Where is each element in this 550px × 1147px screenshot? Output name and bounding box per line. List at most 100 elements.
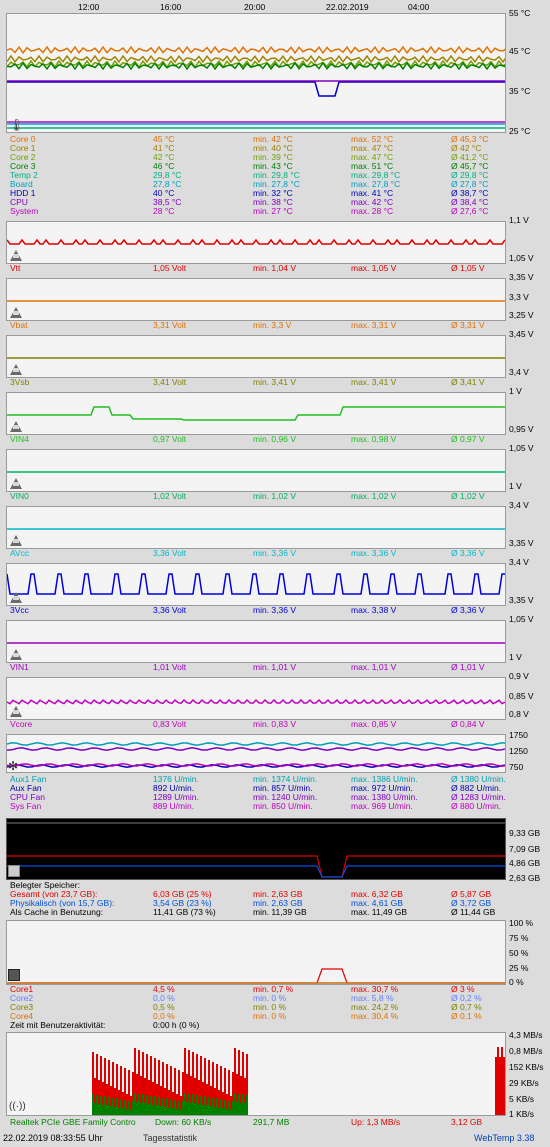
- voltage-row: Vbat 3,31 Volt min. 3,3 V max. 3,31 V Ø 3,31…: [10, 321, 540, 330]
- network-down-bar: [118, 1108, 120, 1115]
- network-down-bar: [200, 1096, 202, 1115]
- network-down-bar: [164, 1107, 166, 1115]
- network-down-bar: [146, 1095, 148, 1115]
- network-down-bar: [202, 1105, 204, 1115]
- network-down-bar: [168, 1108, 170, 1115]
- network-down-bar: [208, 1097, 210, 1115]
- voltage-avg: Ø 3,31 V: [451, 320, 485, 330]
- sensor-cur: 889 U/min.: [153, 801, 195, 811]
- voltage-cur: 0,83 Volt: [153, 719, 187, 729]
- network-down-bar: [218, 1108, 220, 1115]
- network-down-bar: [178, 1101, 180, 1115]
- voltage-y-label: 3,3 V: [509, 292, 529, 302]
- network-up-bar: [503, 1057, 505, 1115]
- down-rate: Down: 60 KB/s: [155, 1117, 212, 1127]
- network-down-bar: [150, 1096, 152, 1115]
- voltage-max: max. 3,41 V: [351, 377, 397, 387]
- network-down-bar: [240, 1103, 242, 1115]
- daily-stats-link[interactable]: Tagesstatistik: [143, 1131, 197, 1145]
- thermometer-icon: 🌡: [9, 118, 25, 132]
- network-down-bar: [236, 1102, 238, 1115]
- voltage-avg: Ø 0,84 V: [451, 719, 485, 729]
- voltage-row: Vcore 0,83 Volt min. 0,83 V max. 0,85 V Ø 0,…: [10, 720, 540, 729]
- voltage-max: max. 0,98 V: [351, 434, 397, 444]
- network-down-bar: [154, 1096, 156, 1115]
- voltage-cur: 3,36 Volt: [153, 605, 187, 615]
- network-down-bar: [144, 1103, 146, 1115]
- warning-icon: [9, 705, 23, 719]
- warning-icon: [9, 534, 23, 548]
- network-down-bar: [138, 1094, 140, 1115]
- voltage-y-label: 1,1 V: [509, 215, 529, 225]
- fan-y-label: 1750: [509, 730, 528, 740]
- network-down-bar: [110, 1106, 112, 1115]
- voltage-cur: 1,05 Volt: [153, 263, 187, 273]
- voltage-series-line: [7, 698, 505, 705]
- voltage-min: min. 0,96 V: [253, 434, 296, 444]
- network-up-bar: [497, 1047, 499, 1115]
- voltage-name: Vbat: [10, 320, 28, 330]
- voltage-row: VIN0 1,02 Volt min. 1,02 V max. 1,02 V Ø 1,0…: [10, 492, 540, 501]
- voltage-y-label: 3,35 V: [509, 272, 534, 282]
- voltage-y-label: 0,95 V: [509, 424, 534, 434]
- temperature-series-line: [7, 45, 505, 55]
- network-down-bar: [122, 1108, 124, 1115]
- sensor-row: Als Cache in Benutzung: 11,41 GB (73 %) mi…: [10, 908, 540, 917]
- adapter-name: Realtek PCIe GBE Family Contro: [10, 1117, 136, 1127]
- voltage-min: min. 3,36 V: [253, 548, 296, 558]
- voltage-y-label: 1,05 V: [509, 614, 534, 624]
- warning-icon: [9, 306, 23, 320]
- network-down-bar: [216, 1098, 218, 1115]
- time-label: 04:00: [408, 2, 430, 12]
- voltage-max: max. 3,38 V: [351, 605, 397, 615]
- voltage-min: min. 3,41 V: [253, 377, 296, 387]
- voltage-y-label: 0,9 V: [509, 671, 529, 681]
- sensor-cur: 11,41 GB (73 %): [153, 907, 216, 917]
- net-y-label: 152 KB/s: [509, 1062, 544, 1072]
- network-down-bar: [162, 1098, 164, 1115]
- time-label: 22.02.2019: [326, 2, 369, 12]
- cpu-y-label: 100 %: [509, 918, 534, 928]
- sensor-avg: Ø 880 U/min.: [451, 801, 502, 811]
- temp-y-label: 35 °C: [509, 86, 531, 96]
- network-down-bar: [96, 1095, 98, 1115]
- voltage-name: VIN4: [10, 434, 29, 444]
- footer-datetime: 22.02.2019 08:33:55 Uhr: [3, 1133, 103, 1143]
- voltage-y-label: 3,45 V: [509, 329, 534, 339]
- network-down-bar: [212, 1098, 214, 1115]
- voltage-min: min. 1,04 V: [253, 263, 296, 273]
- voltage-avg: Ø 3,36 V: [451, 605, 485, 615]
- voltage-y-label: 3,35 V: [509, 595, 534, 605]
- network-down-bar: [244, 1103, 246, 1115]
- voltage-series-line: [7, 573, 505, 595]
- net-y-label: 4,3 MB/s: [509, 1030, 543, 1040]
- voltage-y-label: 1,05 V: [509, 443, 534, 453]
- network-down-bar: [142, 1094, 144, 1115]
- voltage-y-label: 1 V: [509, 481, 522, 491]
- voltage-avg: Ø 3,41 V: [451, 377, 485, 387]
- voltage-row: 3Vsb 3,41 Volt min. 3,41 V max. 3,41 V Ø 3,4…: [10, 378, 540, 387]
- voltage-y-label: 1 V: [509, 386, 522, 396]
- network-down-bar: [112, 1098, 114, 1115]
- voltage-cur: 3,36 Volt: [153, 548, 187, 558]
- network-down-bar: [230, 1110, 232, 1115]
- voltage-graph: [6, 278, 506, 321]
- voltage-min: min. 1,02 V: [253, 491, 296, 501]
- voltage-cur: 1,01 Volt: [153, 662, 187, 672]
- voltage-graph: [6, 677, 506, 720]
- network-graph: ((·)): [6, 1032, 506, 1116]
- voltage-max: max. 0,85 V: [351, 719, 397, 729]
- network-icon: ((·)): [9, 1101, 26, 1112]
- network-down-bar: [134, 1093, 136, 1115]
- voltage-y-label: 1,05 V: [509, 253, 534, 263]
- voltage-min: min. 1,01 V: [253, 662, 296, 672]
- network-down-bar: [234, 1093, 236, 1115]
- network-down-bar: [228, 1101, 230, 1115]
- version-link[interactable]: WebTemp 3.38: [474, 1131, 534, 1145]
- voltage-name: Vcore: [10, 719, 33, 729]
- network-down-bar: [94, 1103, 96, 1115]
- voltage-graph: [6, 449, 506, 492]
- network-up-bar: [505, 1047, 506, 1116]
- voltage-avg: Ø 1,02 V: [451, 491, 485, 501]
- net-y-label: 29 KB/s: [509, 1078, 539, 1088]
